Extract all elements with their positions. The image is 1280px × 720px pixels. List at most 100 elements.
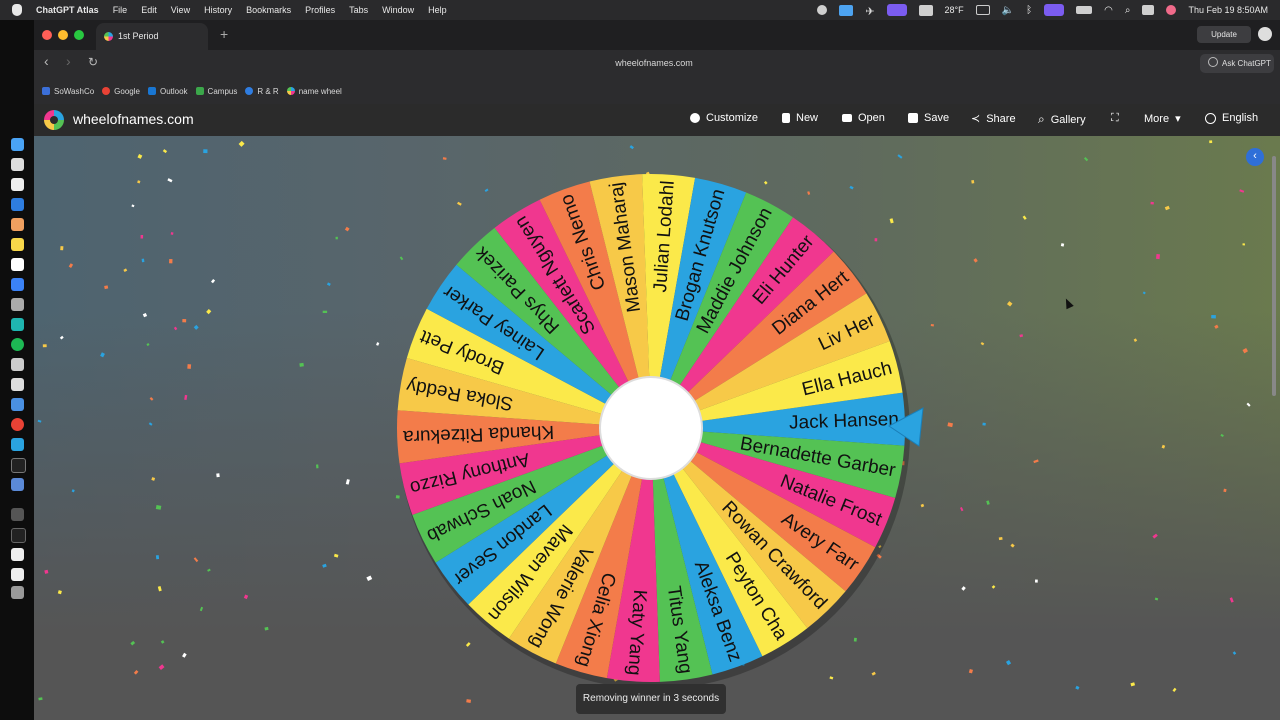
- display-icon[interactable]: [975, 5, 990, 15]
- plane-icon[interactable]: ✈: [865, 5, 874, 18]
- open-label: Open: [858, 112, 885, 124]
- save-button[interactable]: Save: [908, 112, 949, 124]
- scrollbar[interactable]: [1272, 156, 1276, 396]
- file-icon: [782, 113, 790, 123]
- notes-icon[interactable]: [11, 238, 24, 251]
- language-label: English: [1222, 112, 1259, 124]
- chrome-icon[interactable]: [11, 418, 24, 431]
- launchpad-icon[interactable]: [11, 178, 24, 191]
- chatgpt-icon[interactable]: [11, 258, 24, 271]
- control-center-icon[interactable]: [1142, 5, 1155, 15]
- spotify-icon[interactable]: [11, 338, 24, 351]
- volume-icon[interactable]: 🔈: [1002, 5, 1014, 16]
- profile-avatar-icon[interactable]: [1258, 27, 1272, 41]
- share-button[interactable]: ≺ Share: [971, 112, 1016, 126]
- telegram-icon[interactable]: [11, 438, 24, 451]
- reload-button[interactable]: ↻: [88, 55, 98, 69]
- ask-chatgpt-label: Ask ChatGPT: [1222, 59, 1271, 68]
- menu-tabs[interactable]: Tabs: [349, 5, 368, 15]
- new-button[interactable]: New: [782, 112, 818, 124]
- xcode-icon[interactable]: [11, 398, 24, 411]
- bookmark-outlook[interactable]: Outlook: [147, 87, 188, 96]
- site-logo-icon[interactable]: [44, 110, 64, 130]
- mail-icon[interactable]: [11, 278, 24, 291]
- open-button[interactable]: Open: [842, 112, 885, 124]
- menu-bookmarks[interactable]: Bookmarks: [246, 5, 291, 15]
- bookmark-campus[interactable]: Campus: [195, 87, 237, 96]
- edge-icon[interactable]: [11, 318, 24, 331]
- language-button[interactable]: English: [1205, 112, 1258, 124]
- document-icon[interactable]: [11, 568, 24, 581]
- folder-icon: [842, 114, 852, 122]
- bookmark-label: R & R: [257, 86, 279, 96]
- wheel-center-hub[interactable]: [599, 376, 703, 480]
- menu-extras: ✈ 28°F 🔈 ᛒ ◠ ⌕ Thu Feb 19 8:50AM: [817, 0, 1268, 20]
- chatgpt-icon: [1208, 57, 1218, 67]
- clock[interactable]: Thu Feb 19 8:50AM: [1188, 5, 1268, 15]
- bookmark-google[interactable]: Google: [102, 87, 140, 96]
- app-icon[interactable]: [11, 478, 24, 491]
- screen-share-icon[interactable]: [886, 4, 907, 16]
- photos-icon[interactable]: [11, 218, 24, 231]
- close-window-button[interactable]: [42, 30, 52, 40]
- new-tab-button[interactable]: +: [220, 26, 228, 42]
- save-label: Save: [924, 112, 950, 124]
- maximize-window-button[interactable]: [74, 30, 84, 40]
- user-avatar-icon[interactable]: [1166, 5, 1177, 15]
- ask-chatgpt-button[interactable]: Ask ChatGPT: [1200, 54, 1274, 73]
- menu-window[interactable]: Window: [382, 5, 414, 15]
- new-label: New: [796, 112, 819, 124]
- clock-app-icon[interactable]: [11, 458, 26, 473]
- menu-app-name[interactable]: ChatGPT Atlas: [36, 5, 99, 15]
- url-field[interactable]: wheelofnames.com: [594, 58, 714, 68]
- wheel-favicon-icon: [286, 87, 295, 95]
- camera-app-icon[interactable]: [11, 158, 24, 171]
- record-icon[interactable]: [817, 5, 828, 15]
- settings-icon[interactable]: [11, 298, 24, 311]
- menu-help[interactable]: Help: [428, 5, 447, 15]
- menu-edit[interactable]: Edit: [141, 5, 157, 15]
- apple-icon[interactable]: [12, 4, 22, 16]
- bookmark-sowashco[interactable]: SoWashCo: [42, 87, 94, 96]
- weather-temperature[interactable]: 28°F: [945, 5, 964, 15]
- utility-icon[interactable]: [11, 358, 24, 371]
- menu-history[interactable]: History: [204, 5, 232, 15]
- menu-file[interactable]: File: [113, 5, 128, 15]
- bookmark-r-and-r[interactable]: R & R: [245, 86, 279, 96]
- gallery-label: Gallery: [1050, 113, 1086, 126]
- collapse-panel-button[interactable]: ‹: [1246, 148, 1264, 166]
- fullscreen-button[interactable]: ⛶: [1111, 112, 1119, 125]
- finder-icon[interactable]: [11, 138, 24, 151]
- back-button[interactable]: ‹: [44, 53, 49, 69]
- window-thumbnail-icon[interactable]: [11, 508, 24, 521]
- gallery-button[interactable]: ⌕ Gallery: [1038, 112, 1086, 127]
- terminal-icon[interactable]: [11, 528, 26, 543]
- bluetooth-icon[interactable]: ᛒ: [1026, 5, 1032, 16]
- system-menu-bar: ChatGPT Atlas File Edit View History Boo…: [0, 0, 1280, 20]
- bookmark-name-wheel[interactable]: name wheel: [286, 87, 342, 96]
- battery-icon[interactable]: [1076, 6, 1093, 14]
- screenshot-icon[interactable]: [839, 4, 854, 16]
- menu-profiles[interactable]: Profiles: [305, 5, 335, 15]
- more-menu-button[interactable]: More ▾: [1144, 112, 1181, 126]
- wheelofnames-page: wheelofnames.com Customize New Open Save…: [34, 104, 1280, 720]
- bookmark-icon: [42, 87, 50, 95]
- mirroring-icon[interactable]: [1044, 4, 1065, 16]
- customize-button[interactable]: Customize: [690, 112, 758, 124]
- phone-icon[interactable]: [11, 198, 24, 211]
- site-title[interactable]: wheelofnames.com: [73, 111, 194, 127]
- globe-icon: [1205, 112, 1216, 124]
- tab-1st-period[interactable]: 1st Period: [96, 23, 208, 50]
- update-button[interactable]: Update: [1197, 26, 1251, 43]
- name-wheel[interactable]: Jack HansenBernadette GarberNatalie Fros…: [34, 136, 1280, 720]
- font-icon[interactable]: [918, 4, 933, 16]
- minimize-window-button[interactable]: [58, 30, 68, 40]
- menu-view[interactable]: View: [171, 5, 190, 15]
- preview-icon[interactable]: [11, 378, 24, 391]
- wifi-icon[interactable]: ◠: [1104, 5, 1113, 16]
- document-icon[interactable]: [11, 548, 24, 561]
- search-icon[interactable]: ⌕: [1125, 5, 1131, 16]
- forward-button[interactable]: ›: [66, 53, 71, 69]
- wheel-area: Jack Hansen Bernadette Garber Natalie Fros…: [34, 136, 1280, 720]
- trash-icon[interactable]: [11, 586, 24, 599]
